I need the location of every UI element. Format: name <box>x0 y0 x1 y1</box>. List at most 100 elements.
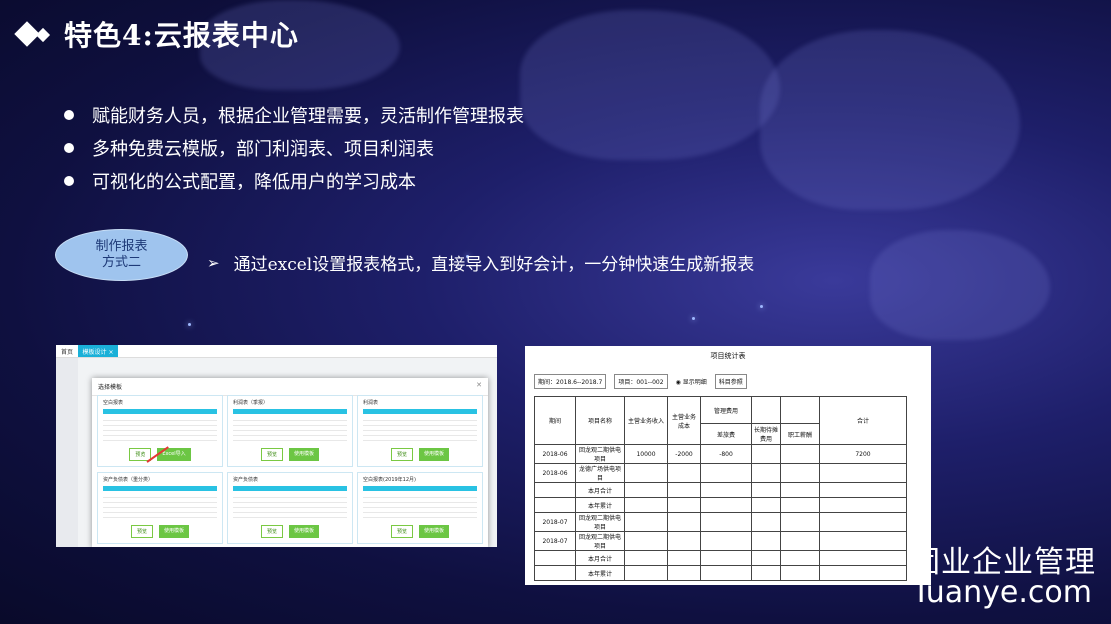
slide-title: 特色4:云报表中心 <box>14 14 299 54</box>
star-icon <box>692 317 695 320</box>
table-cell <box>700 550 752 566</box>
preview-button[interactable]: 预览 <box>390 525 413 538</box>
period-filter[interactable]: 期间：2018.6--2018.7 <box>534 374 607 389</box>
bullet-item: 多种免费云模版，部门利润表、项目利润表 <box>64 131 524 164</box>
table-header-cell: 合计 <box>819 396 907 445</box>
project-statistics-screenshot: 项目统计表 期间：2018.6--2018.7 项目：001--002 ◉ 显示… <box>525 346 931 585</box>
card-title: 利润表（季报） <box>233 400 269 406</box>
table-cell <box>751 497 781 513</box>
world-map-background <box>520 10 780 160</box>
table-cell <box>534 482 576 498</box>
table-cell <box>751 531 781 551</box>
card-title: 资产负债表 <box>233 477 259 483</box>
table-title: 项目统计表 <box>710 352 746 360</box>
bullet-list: 赋能财务人员，根据企业管理需要，灵活制作管理报表 多种免费云模版，部门利润表、项… <box>64 98 524 197</box>
table-cell: 龙德广场供电项目 <box>575 463 625 483</box>
world-map-background <box>870 230 1050 340</box>
table-row: 2018-07 回龙观二期供电项目 <box>534 531 907 551</box>
table-header-cell: 管理费用 <box>700 396 752 424</box>
table-cell: 本月合计 <box>575 550 625 566</box>
table-header-cell: 项目名称 <box>575 396 625 445</box>
table-row: 2018-06 回龙观二期供电项目 10000 -2000 -800 7200 <box>534 444 907 464</box>
template-chooser-screenshot: 首页 模板设计 × 选择模板 ✕ 空白报表 预览 Excel导入 利润表（季报）… <box>56 345 497 547</box>
card-buttons: 预览 使用模板 <box>358 448 482 461</box>
bullet-text: 多种免费云模版，部门利润表、项目利润表 <box>92 138 434 160</box>
table-header-cell: 期间 <box>534 396 576 445</box>
card-title: 利润表 <box>363 400 379 406</box>
method-badge-line2: 方式二 <box>101 255 141 270</box>
project-filter[interactable]: 项目：001--002 <box>614 374 668 389</box>
template-card[interactable]: 资产负债表（重分类） 预览 使用模板 <box>97 472 223 544</box>
preview-button[interactable]: 预览 <box>260 525 283 538</box>
template-card[interactable]: 利润表（季报） 预览 使用模板 <box>227 395 353 467</box>
table-cell <box>624 565 668 581</box>
template-card[interactable]: 资产负债表 预览 使用模板 <box>227 472 353 544</box>
star-icon <box>760 305 763 308</box>
table-cell: 2018-07 <box>534 512 576 532</box>
card-title: 资产负债表（重分类） <box>103 477 154 483</box>
table-cell <box>700 531 752 551</box>
card-header-bar <box>233 409 347 414</box>
card-preview <box>233 493 347 521</box>
table-cell: 回龙观二期供电项目 <box>575 531 625 551</box>
table-row: 2018-06 龙德广场供电项目 <box>534 463 907 483</box>
table-cell: -800 <box>700 444 752 464</box>
preview-button[interactable]: 预览 <box>390 448 413 461</box>
table-cell: 本月合计 <box>575 482 625 498</box>
table-header-cell: 职工薪酬 <box>780 423 820 445</box>
table-cell <box>780 482 820 498</box>
table-cell <box>624 550 668 566</box>
card-preview <box>233 416 347 444</box>
table-cell <box>624 531 668 551</box>
use-template-button[interactable]: 使用模板 <box>289 448 320 461</box>
method-description: ➢ 通过excel设置报表格式，直接导入到好会计，一分钟快速生成新报表 <box>207 250 755 276</box>
table-cell <box>624 482 668 498</box>
table-cell: 回龙观二期供电项目 <box>575 444 625 464</box>
table-cell <box>751 444 781 464</box>
preview-button[interactable]: 预览 <box>260 448 283 461</box>
table-cell <box>780 512 820 532</box>
card-header-bar <box>103 486 217 491</box>
table-cell <box>751 463 781 483</box>
table-cell <box>667 565 701 581</box>
table-cell <box>780 550 820 566</box>
use-template-button[interactable]: 使用模板 <box>159 525 190 538</box>
table-header-cell <box>780 396 820 424</box>
table-cell <box>751 482 781 498</box>
table-cell <box>780 497 820 513</box>
table-cell <box>534 550 576 566</box>
table-cell <box>780 463 820 483</box>
table-cell <box>751 550 781 566</box>
use-template-button[interactable]: 使用模板 <box>419 525 450 538</box>
template-card[interactable]: 空白报表(2019年12月) 预览 使用模板 <box>357 472 483 544</box>
use-template-button[interactable]: 使用模板 <box>419 448 450 461</box>
table-cell <box>700 497 752 513</box>
table-cell <box>819 482 907 498</box>
table-cell <box>624 463 668 483</box>
card-title: 空白报表 <box>103 400 124 406</box>
table-cell <box>751 565 781 581</box>
method-badge: 制作报表 方式二 <box>55 229 188 281</box>
template-card[interactable]: 空白报表 预览 Excel导入 <box>97 395 223 467</box>
table-cell <box>624 497 668 513</box>
table-cell <box>819 512 907 532</box>
bullet-dot-icon <box>64 109 74 120</box>
bullet-item: 赋能财务人员，根据企业管理需要，灵活制作管理报表 <box>64 98 524 131</box>
table-row: 本年累计 <box>534 565 907 581</box>
show-detail-radio[interactable]: ◉ 显示明细 <box>676 377 707 386</box>
subject-reference-button[interactable]: 科目参照 <box>714 374 747 389</box>
table-cell: 2018-06 <box>534 444 576 464</box>
table-cell <box>819 531 907 551</box>
table-cell <box>819 565 907 581</box>
method-text: 通过excel设置报表格式，直接导入到好会计，一分钟快速生成新报表 <box>233 255 755 275</box>
preview-button[interactable]: 预览 <box>130 525 153 538</box>
table-header-cell <box>751 396 781 424</box>
close-icon[interactable]: ✕ <box>476 381 482 389</box>
use-template-button[interactable]: 使用模板 <box>289 525 320 538</box>
bullet-dot-icon <box>64 142 74 153</box>
template-card[interactable]: 利润表 预览 使用模板 <box>357 395 483 467</box>
table-cell <box>700 565 752 581</box>
table-cell <box>819 463 907 483</box>
tab-home[interactable]: 首页 <box>56 345 78 357</box>
tab-template-design[interactable]: 模板设计 × <box>78 345 118 357</box>
